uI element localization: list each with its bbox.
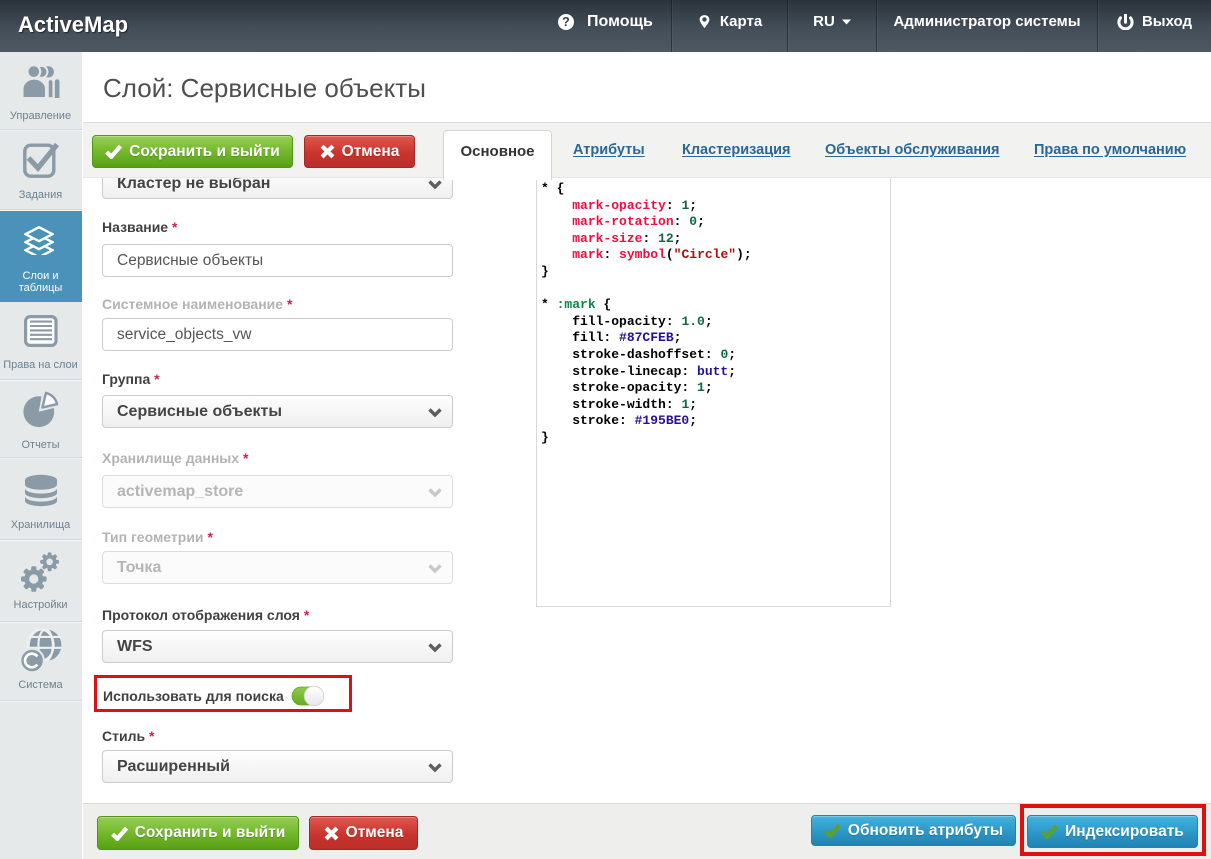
svg-text:?: ? xyxy=(562,15,570,29)
